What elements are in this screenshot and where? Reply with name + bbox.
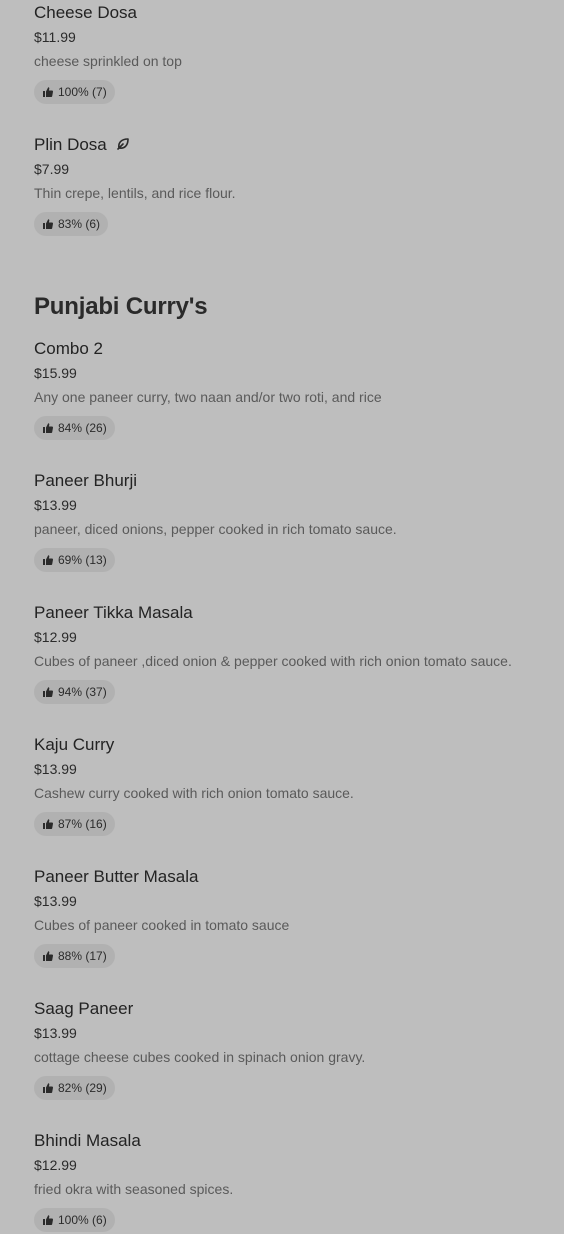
item-name: Combo 2 (34, 339, 103, 358)
item-price: $11.99 (34, 29, 76, 45)
thumbs-up-icon (43, 423, 54, 433)
item-name: Cheese Dosa (34, 3, 138, 22)
rating-badge: 84% (26) (34, 416, 115, 440)
thumbs-up-icon (43, 819, 54, 829)
rating-badge: 69% (13) (34, 548, 115, 572)
thumbs-up-icon (43, 1083, 54, 1093)
item-price: $12.99 (34, 629, 77, 645)
item-description: Cashew curry cooked with rich onion toma… (34, 785, 354, 801)
item-description: Thin crepe, lentils, and rice flour. (34, 185, 236, 201)
item-description: paneer, diced onions, pepper cooked in r… (34, 521, 397, 537)
thumbs-up-icon (43, 555, 54, 565)
thumbs-up-icon (43, 219, 54, 229)
item-description: Cubes of paneer ,diced onion & pepper co… (34, 653, 512, 669)
item-price: $13.99 (34, 497, 77, 513)
item-name: Kaju Curry (34, 735, 115, 754)
thumbs-up-icon (43, 87, 54, 97)
rating-text: 69% (13) (58, 553, 107, 567)
rating-badge: 82% (29) (34, 1076, 115, 1100)
rating-text: 82% (29) (58, 1081, 107, 1095)
item-price: $13.99 (34, 1025, 77, 1041)
item-price: $13.99 (34, 893, 77, 909)
rating-badge: 87% (16) (34, 812, 115, 836)
item-name: Paneer Bhurji (34, 471, 138, 490)
leaf-icon (116, 138, 129, 150)
item-name: Paneer Tikka Masala (34, 603, 193, 622)
rating-badge: 88% (17) (34, 944, 115, 968)
section-title-punjabi-curry: Punjabi Curry's (34, 293, 208, 320)
rating-badge: 100% (7) (34, 80, 115, 104)
rating-text: 87% (16) (58, 817, 107, 831)
item-price: $7.99 (34, 161, 70, 177)
rating-text: 84% (26) (58, 421, 107, 435)
rating-badge: 100% (6) (34, 1208, 115, 1232)
rating-text: 94% (37) (58, 685, 107, 699)
thumbs-up-icon (43, 951, 54, 961)
thumbs-up-icon (43, 1215, 54, 1225)
item-name-row: Plin Dosa (34, 134, 130, 156)
item-name: Saag Paneer (34, 999, 134, 1018)
rating-badge: 83% (6) (34, 212, 109, 236)
item-name: Bhindi Masala (34, 1131, 141, 1150)
item-description: fried okra with seasoned spices. (34, 1181, 234, 1197)
item-description: Any one paneer curry, two naan and/or tw… (34, 389, 382, 405)
item-price: $12.99 (34, 1157, 77, 1173)
rating-text: 83% (6) (58, 217, 101, 231)
item-description: Cubes of paneer cooked in tomato sauce (34, 917, 290, 933)
item-name: Paneer Butter Masala (34, 867, 199, 886)
item-name: Plin Dosa (34, 135, 107, 154)
thumbs-up-icon (43, 687, 54, 697)
item-price: $13.99 (34, 761, 77, 777)
rating-text: 88% (17) (58, 949, 107, 963)
item-price: $15.99 (34, 365, 77, 381)
rating-text: 100% (7) (58, 85, 107, 99)
rating-badge: 94% (37) (34, 680, 115, 704)
item-description: cottage cheese cubes cooked in spinach o… (34, 1049, 366, 1065)
rating-text: 100% (6) (58, 1213, 107, 1227)
item-description: cheese sprinkled on top (34, 53, 182, 69)
